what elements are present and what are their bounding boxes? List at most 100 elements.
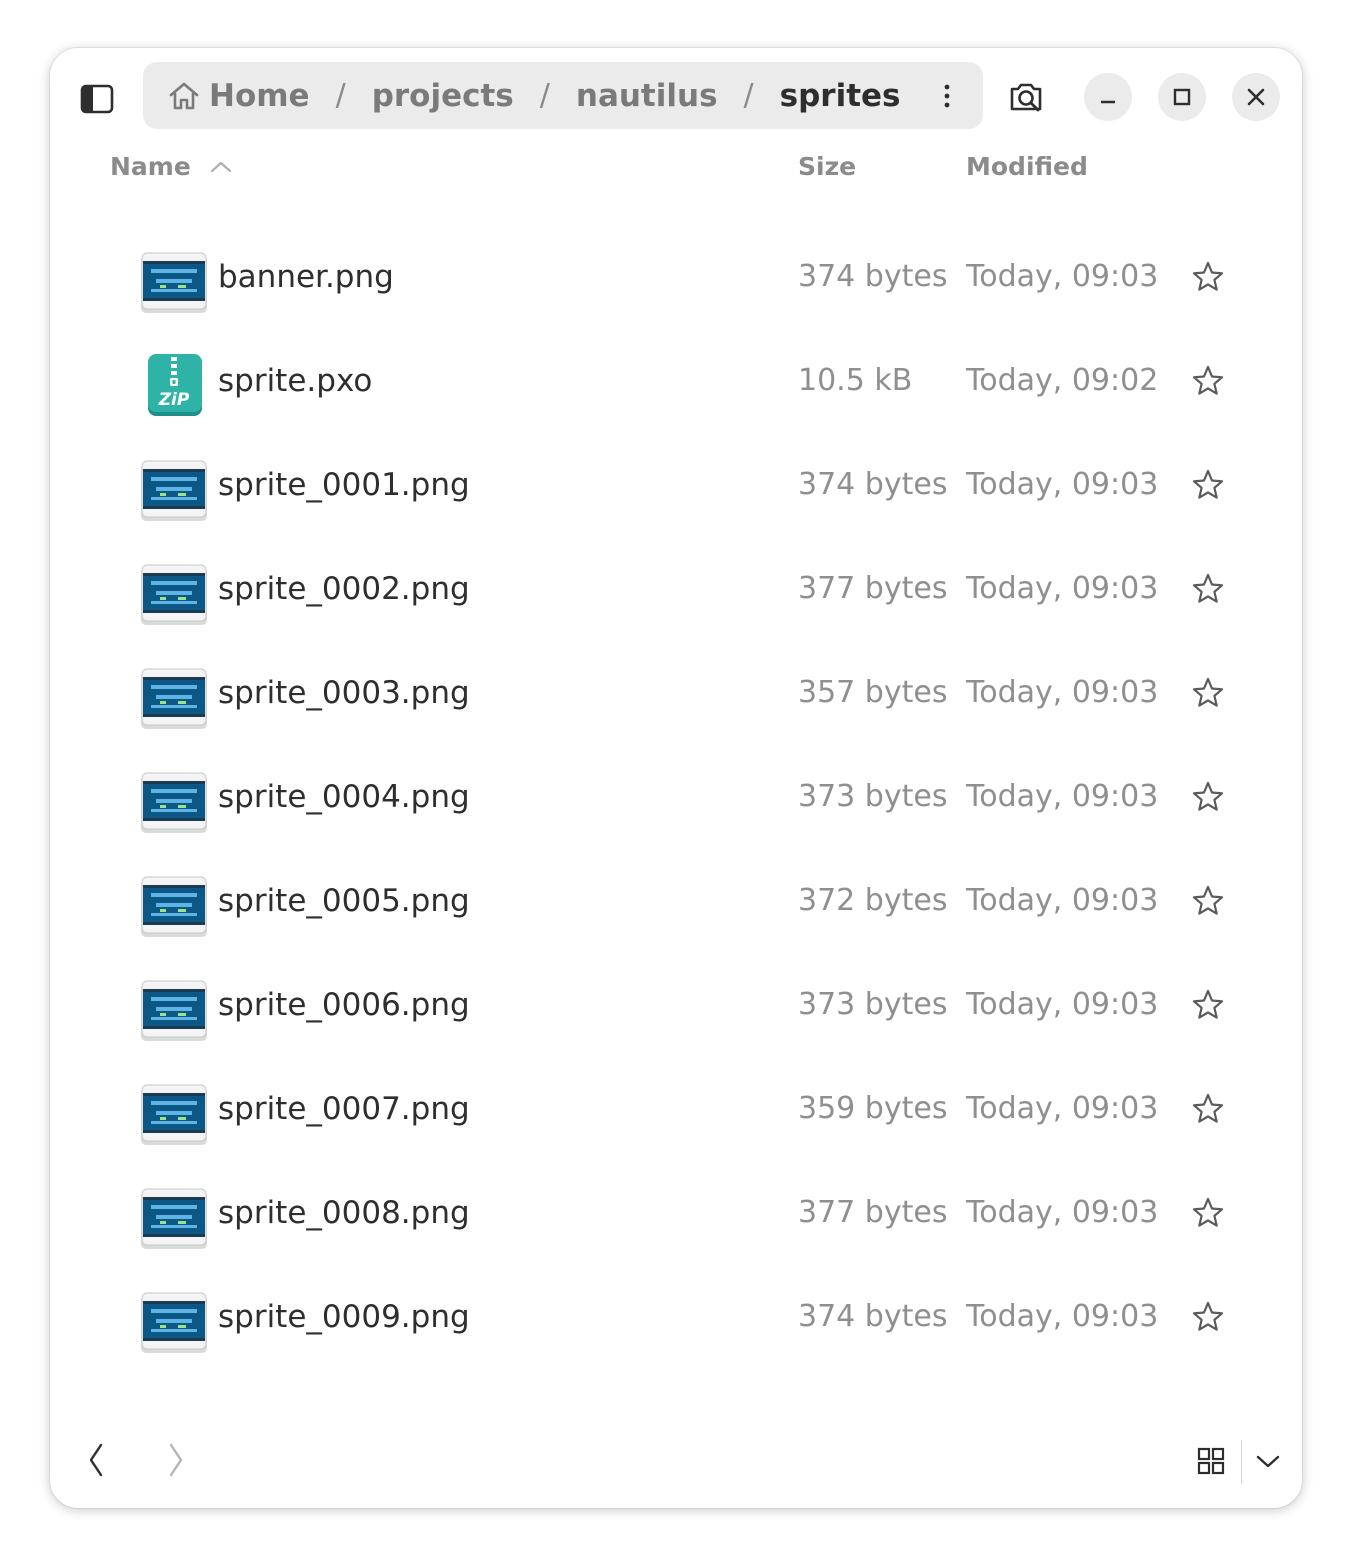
file-size: 374 bytes (798, 1299, 948, 1334)
file-modified: Today, 09:03 (966, 779, 1159, 814)
file-name: sprite_0007.png (218, 1091, 470, 1127)
close-icon (1247, 88, 1265, 106)
file-modified: Today, 09:03 (966, 259, 1159, 294)
file-modified: Today, 09:03 (966, 1299, 1159, 1334)
image-file-icon (138, 765, 210, 837)
column-header-name[interactable]: Name (110, 152, 233, 181)
maximize-button[interactable] (1158, 73, 1206, 121)
search-icon (1010, 83, 1042, 112)
breadcrumb-projects[interactable]: projects (372, 78, 514, 114)
sidebar-toggle-button[interactable] (77, 79, 117, 119)
image-file-icon (138, 973, 210, 1045)
file-row[interactable]: sprite_0003.png 357 bytes Today, 09:03 (50, 641, 1302, 745)
close-button[interactable] (1232, 73, 1280, 121)
image-file-icon (138, 1077, 210, 1149)
file-row[interactable]: sprite_0008.png 377 bytes Today, 09:03 (50, 1161, 1302, 1265)
star-icon[interactable] (1190, 363, 1226, 399)
file-size: 374 bytes (798, 467, 948, 502)
star-icon[interactable] (1190, 883, 1226, 919)
back-button[interactable] (74, 1438, 118, 1482)
file-name: sprite_0001.png (218, 467, 470, 503)
file-row[interactable]: sprite_0009.png 374 bytes Today, 09:03 (50, 1265, 1302, 1369)
star-icon[interactable] (1190, 571, 1226, 607)
sort-ascending-icon (210, 161, 231, 172)
image-file-icon (138, 557, 210, 629)
column-header-size[interactable]: Size (798, 152, 856, 181)
breadcrumb-home[interactable]: Home (209, 78, 310, 114)
image-file-icon (138, 1181, 210, 1253)
path-menu-button[interactable] (929, 78, 965, 114)
home-icon (167, 80, 201, 112)
file-row[interactable]: sprite_0007.png 359 bytes Today, 09:03 (50, 1057, 1302, 1161)
breadcrumb-sprites[interactable]: sprites (780, 78, 901, 114)
sidebar-toggle-icon (80, 84, 114, 114)
file-modified: Today, 09:02 (966, 363, 1159, 398)
file-row[interactable]: sprite_0004.png 373 bytes Today, 09:03 (50, 745, 1302, 849)
image-file-icon (138, 453, 210, 525)
file-size: 374 bytes (798, 259, 948, 294)
file-size: 359 bytes (798, 1091, 948, 1126)
file-row[interactable]: banner.png 374 bytes Today, 09:03 (50, 225, 1302, 329)
file-modified: Today, 09:03 (966, 571, 1159, 606)
image-file-icon (138, 245, 210, 317)
column-header-name-label: Name (110, 152, 191, 181)
grid-view-button[interactable] (1190, 1440, 1232, 1482)
back-chevron-icon (89, 1443, 103, 1477)
pathbar: Home / projects / nautilus / sprites (143, 62, 983, 129)
star-icon[interactable] (1190, 675, 1226, 711)
file-name: sprite_0003.png (218, 675, 470, 711)
forward-button[interactable] (154, 1438, 198, 1482)
file-modified: Today, 09:03 (966, 467, 1159, 502)
file-row[interactable]: sprite_0001.png 374 bytes Today, 09:03 (50, 433, 1302, 537)
file-size: 377 bytes (798, 571, 948, 606)
image-file-icon (138, 661, 210, 733)
minimize-button[interactable] (1084, 73, 1132, 121)
file-modified: Today, 09:03 (966, 675, 1159, 710)
file-size: 357 bytes (798, 675, 948, 710)
file-name: sprite_0008.png (218, 1195, 470, 1231)
file-size: 373 bytes (798, 779, 948, 814)
search-button[interactable] (1002, 73, 1050, 121)
file-size: 373 bytes (798, 987, 948, 1022)
star-icon[interactable] (1190, 467, 1226, 503)
file-size: 372 bytes (798, 883, 948, 918)
view-options-button[interactable] (1248, 1440, 1288, 1482)
breadcrumb-separator: / (743, 78, 754, 113)
chevron-down-icon (1256, 1455, 1280, 1468)
star-icon[interactable] (1190, 779, 1226, 815)
file-name: sprite_0002.png (218, 571, 470, 607)
breadcrumb-separator: / (539, 78, 550, 113)
file-name: sprite.pxo (218, 363, 373, 399)
file-row[interactable]: sprite_0005.png 372 bytes Today, 09:03 (50, 849, 1302, 953)
zip-file-icon: ZiP (138, 349, 210, 421)
file-name: sprite_0005.png (218, 883, 470, 919)
star-icon[interactable] (1190, 987, 1226, 1023)
image-file-icon (138, 1285, 210, 1357)
file-name: sprite_0004.png (218, 779, 470, 815)
file-modified: Today, 09:03 (966, 1091, 1159, 1126)
star-icon[interactable] (1190, 1091, 1226, 1127)
forward-chevron-icon (169, 1443, 183, 1477)
file-size: 377 bytes (798, 1195, 948, 1230)
image-file-icon (138, 869, 210, 941)
file-modified: Today, 09:03 (966, 1195, 1159, 1230)
view-separator (1241, 1440, 1242, 1484)
star-icon[interactable] (1190, 259, 1226, 295)
file-manager-window: Home / projects / nautilus / sprites Nam… (50, 48, 1302, 1508)
file-name: banner.png (218, 259, 394, 295)
kebab-menu-icon (944, 84, 950, 108)
file-row[interactable]: sprite_0006.png 373 bytes Today, 09:03 (50, 953, 1302, 1057)
file-name: sprite_0006.png (218, 987, 470, 1023)
file-row[interactable]: ZiP sprite.pxo 10.5 kB Today, 09:02 (50, 329, 1302, 433)
star-icon[interactable] (1190, 1195, 1226, 1231)
file-modified: Today, 09:03 (966, 987, 1159, 1022)
file-modified: Today, 09:03 (966, 883, 1159, 918)
svg-text:ZiP: ZiP (158, 390, 190, 410)
star-icon[interactable] (1190, 1299, 1226, 1335)
breadcrumb-separator: / (335, 78, 346, 113)
breadcrumb-nautilus[interactable]: nautilus (576, 78, 718, 114)
minimize-icon (1101, 100, 1115, 104)
column-header-modified[interactable]: Modified (966, 152, 1088, 181)
file-row[interactable]: sprite_0002.png 377 bytes Today, 09:03 (50, 537, 1302, 641)
grid-view-icon (1197, 1447, 1225, 1475)
